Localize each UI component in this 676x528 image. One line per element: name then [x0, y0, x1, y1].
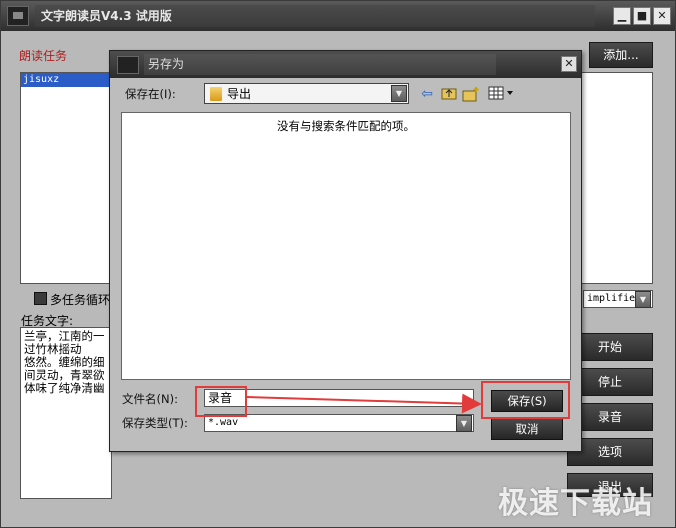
watermark-logo: 极速下载站	[498, 486, 653, 521]
annotation-arrow	[246, 393, 482, 414]
